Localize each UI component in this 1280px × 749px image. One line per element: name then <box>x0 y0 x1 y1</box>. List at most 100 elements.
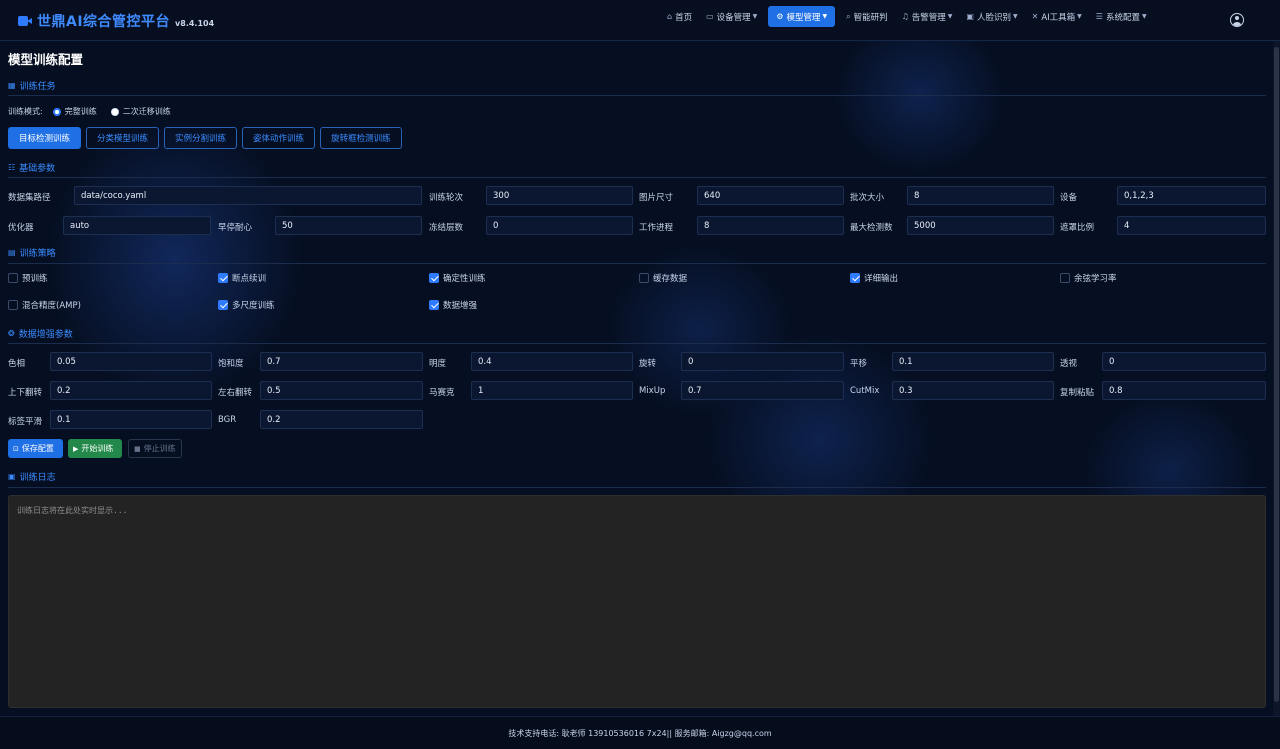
param-label: 上下翻转 <box>8 388 43 398</box>
bell-icon: ♫ <box>901 12 909 21</box>
checkbox-icon[interactable] <box>639 273 649 283</box>
section-strategy: ▤ 训练策略 <box>8 246 56 259</box>
tab-segmentation[interactable]: 实例分割训练 <box>164 127 238 149</box>
nav-item-analysis[interactable]: ⌕ 智能研判 <box>839 6 895 27</box>
fliplr-input[interactable]: 0.5 <box>260 381 423 400</box>
radio-selected-icon[interactable] <box>52 107 61 116</box>
mosaic-input[interactable]: 1 <box>471 381 633 400</box>
user-avatar-icon[interactable] <box>1230 13 1244 27</box>
chevron-down-icon: ▼ <box>752 13 758 20</box>
radio-transfer-training[interactable]: 二次迁移训练 <box>110 106 171 117</box>
checkbox-multiscale[interactable]: 多尺度训练 <box>218 299 275 311</box>
perspective-input[interactable]: 0 <box>1102 352 1266 371</box>
tab-obb[interactable]: 旋转框检测训练 <box>320 127 402 149</box>
radio-label: 二次迁移训练 <box>122 107 171 116</box>
copy-paste-input[interactable]: 0.8 <box>1102 381 1266 400</box>
flipud-input[interactable]: 0.2 <box>50 381 212 400</box>
checkbox-deterministic[interactable]: 确定性训练 <box>429 272 486 284</box>
checkbox-checked-icon[interactable] <box>850 273 860 283</box>
image-size-input[interactable]: 640 <box>697 186 844 205</box>
tools-icon: ✕ <box>1031 12 1039 21</box>
tab-classification[interactable]: 分类模型训练 <box>86 127 160 149</box>
checkbox-checked-icon[interactable] <box>218 300 228 310</box>
workers-input[interactable]: 8 <box>697 216 844 235</box>
hue-input[interactable]: 0.05 <box>50 352 212 371</box>
section-title: 训练任务 <box>19 82 56 92</box>
checkbox-resume[interactable]: 断点续训 <box>218 272 266 284</box>
dataset-path-input[interactable]: data/coco.yaml <box>74 186 422 205</box>
nav-item-toolbox[interactable]: ✕ AI工具箱 ▼ <box>1025 6 1089 27</box>
checkbox-checked-icon[interactable] <box>429 300 439 310</box>
nav-item-face[interactable]: ▣ 人脸识别 ▼ <box>959 6 1024 27</box>
checkbox-cache[interactable]: 缓存数据 <box>639 272 687 284</box>
nav-item-models[interactable]: ⚙ 模型管理 ▼ <box>768 6 836 27</box>
camera-logo-icon <box>18 16 32 26</box>
checkbox-icon[interactable] <box>8 273 18 283</box>
param-label: 标签平滑 <box>8 417 43 427</box>
epochs-input[interactable]: 300 <box>486 186 633 205</box>
nav-item-system[interactable]: ☰ 系统配置 ▼ <box>1089 6 1154 27</box>
batch-size-input[interactable]: 8 <box>907 186 1054 205</box>
footer: 技术支持电话: 耿老师 13910536016 7x24|| 服务邮箱: Aig… <box>0 716 1280 749</box>
stop-training-button[interactable]: ■ 停止训练 <box>128 439 182 458</box>
freeze-input[interactable]: 0 <box>486 216 633 235</box>
checkbox-pretrained[interactable]: 预训练 <box>8 272 48 284</box>
param-label: 遮罩比例 <box>1060 223 1095 233</box>
radio-label: 完整训练 <box>64 107 97 116</box>
training-mode-label: 训练模式: <box>8 107 43 116</box>
section-augment-params: ❂ 数据增强参数 <box>8 327 73 340</box>
checkbox-verbose[interactable]: 详细输出 <box>850 272 898 284</box>
start-training-button[interactable]: ▶ 开始训练 <box>68 439 122 458</box>
page-scrollbar[interactable] <box>1273 41 1280 716</box>
home-icon: ⌂ <box>667 12 673 21</box>
checkbox-augment[interactable]: 数据增强 <box>429 299 477 311</box>
mask-ratio-input[interactable]: 4 <box>1117 216 1266 235</box>
training-log-output[interactable]: 训练日志将在此处实时显示... <box>8 495 1266 708</box>
palette-icon: ❂ <box>8 329 15 338</box>
optimizer-input[interactable]: auto <box>63 216 211 235</box>
nav-item-home[interactable]: ⌂ 首页 <box>660 6 699 27</box>
chevron-down-icon: ▼ <box>822 13 828 20</box>
nav-item-label: 设备管理 <box>716 12 751 23</box>
bgr-input[interactable]: 0.2 <box>260 410 423 429</box>
chart-icon: ▤ <box>8 248 16 257</box>
mixup-input[interactable]: 0.7 <box>681 381 844 400</box>
checkbox-icon[interactable] <box>1060 273 1070 283</box>
param-label: 左右翻转 <box>218 388 253 398</box>
brightness-input[interactable]: 0.4 <box>471 352 633 371</box>
patience-input[interactable]: 50 <box>275 216 422 235</box>
id-card-icon: ▣ <box>966 12 974 21</box>
checkbox-checked-icon[interactable] <box>429 273 439 283</box>
radio-unselected-icon[interactable] <box>110 107 119 116</box>
checkbox-cos-lr[interactable]: 余弦学习率 <box>1060 272 1117 284</box>
checkbox-checked-icon[interactable] <box>218 273 228 283</box>
section-basic-params: ☷ 基础参数 <box>8 161 55 174</box>
section-title: 基础参数 <box>19 164 56 174</box>
checkbox-label: 详细输出 <box>864 274 899 284</box>
saturation-input[interactable]: 0.7 <box>260 352 423 371</box>
param-label: 色相 <box>8 359 26 369</box>
cutmix-input[interactable]: 0.3 <box>892 381 1054 400</box>
radio-full-training[interactable]: 完整训练 <box>52 106 97 117</box>
rotation-input[interactable]: 0 <box>681 352 844 371</box>
nav-item-alerts[interactable]: ♫ 告警管理 ▼ <box>895 6 960 27</box>
max-det-input[interactable]: 5000 <box>907 216 1054 235</box>
tab-detection[interactable]: 目标检测训练 <box>8 127 82 149</box>
tab-pose[interactable]: 姿体动作训练 <box>242 127 316 149</box>
sliders-icon: ☷ <box>8 163 16 172</box>
scrollbar-thumb[interactable] <box>1274 47 1279 702</box>
section-training-log: ▣ 训练日志 <box>8 470 56 483</box>
save-config-button[interactable]: ⊡ 保存配置 <box>8 439 63 458</box>
button-label: 保存配置 <box>21 444 54 453</box>
param-label: 冻结层数 <box>429 223 464 233</box>
label-smoothing-input[interactable]: 0.1 <box>50 410 212 429</box>
param-label: 优化器 <box>8 223 34 233</box>
translate-input[interactable]: 0.1 <box>892 352 1054 371</box>
checkbox-amp[interactable]: 混合精度(AMP) <box>8 299 81 311</box>
nav-item-devices[interactable]: ▭ 设备管理 ▼ <box>699 6 764 27</box>
brand[interactable]: 世鼎AI综合管控平台 v8.4.104 <box>18 11 214 31</box>
divider <box>8 487 1266 488</box>
divider <box>8 263 1266 264</box>
device-input[interactable]: 0,1,2,3 <box>1117 186 1266 205</box>
checkbox-icon[interactable] <box>8 300 18 310</box>
